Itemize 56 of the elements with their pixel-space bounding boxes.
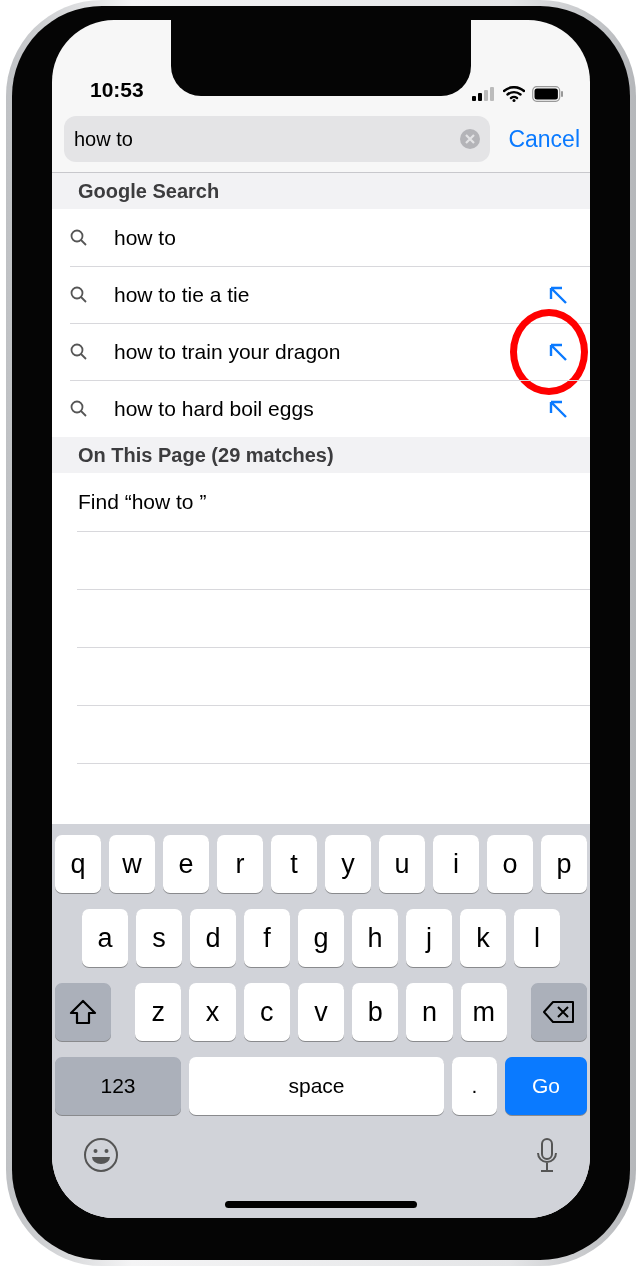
suggestion-text[interactable]: how to train your dragon	[114, 340, 548, 364]
keyboard-key[interactable]: u	[379, 835, 425, 893]
wifi-icon	[503, 86, 525, 102]
period-key[interactable]: .	[452, 1057, 497, 1115]
keyboard-key[interactable]: n	[406, 983, 453, 1041]
section-header: Google Search	[52, 173, 590, 209]
keyboard-key[interactable]: o	[487, 835, 533, 893]
microphone-icon[interactable]	[535, 1136, 559, 1173]
emoji-icon[interactable]	[83, 1136, 119, 1173]
suggestion-text[interactable]: how to hard boil eggs	[114, 397, 548, 421]
numbers-key[interactable]: 123	[55, 1057, 181, 1115]
keyboard-key[interactable]: v	[297, 983, 345, 1041]
keyboard-key[interactable]: i	[433, 835, 479, 893]
search-icon	[70, 286, 88, 304]
keyboard-key[interactable]: e	[163, 835, 209, 893]
keyboard-key[interactable]: l	[514, 909, 560, 967]
keyboard-key[interactable]: s	[136, 909, 182, 967]
keyboard-key[interactable]: x	[189, 983, 236, 1041]
keyboard-key[interactable]: d	[190, 909, 236, 967]
keyboard-key[interactable]: r	[217, 835, 263, 893]
keyboard-key[interactable]: z	[135, 983, 182, 1041]
signal-icon	[472, 87, 496, 101]
battery-icon	[532, 86, 564, 102]
delete-icon	[542, 1000, 575, 1024]
shift-key[interactable]	[55, 983, 111, 1041]
keyboard-key[interactable]: y	[325, 835, 371, 893]
keyboard-key[interactable]: q	[55, 835, 101, 893]
keyboard-key[interactable]: f	[244, 909, 290, 967]
keyboard-key[interactable]: j	[406, 909, 452, 967]
keyboard-key[interactable]: b	[352, 983, 399, 1041]
find-on-page-text[interactable]: Find “how to ”	[78, 490, 207, 514]
keyboard-key[interactable]: g	[298, 909, 344, 967]
status-time: 10:53	[90, 78, 144, 102]
space-key[interactable]: space	[189, 1057, 444, 1115]
arrow-up-left-icon[interactable]	[548, 342, 568, 362]
suggestion-text[interactable]: how to	[114, 225, 568, 250]
keyboard-key[interactable]: t	[271, 835, 317, 893]
search-field[interactable]: how to	[64, 116, 491, 162]
keyboard-key[interactable]: p	[541, 835, 587, 893]
arrow-up-left-icon[interactable]	[548, 285, 568, 305]
cancel-button[interactable]: Cancel	[508, 125, 580, 153]
keyboard-key[interactable]: k	[460, 909, 506, 967]
delete-key[interactable]	[530, 983, 587, 1041]
keyboard-key[interactable]: c	[243, 983, 290, 1041]
keyboard-key[interactable]: a	[82, 909, 128, 967]
search-icon	[70, 228, 88, 247]
section-header: On This Page (29 matches)	[52, 437, 590, 473]
suggestion-text[interactable]: how to tie a tie	[114, 283, 548, 307]
search-icon	[70, 343, 88, 361]
keyboard-key[interactable]: h	[352, 909, 398, 967]
arrow-up-left-icon[interactable]	[548, 399, 568, 419]
search-icon	[70, 400, 88, 418]
up-arrow-icon	[69, 999, 97, 1025]
keyboard-key[interactable]: w	[109, 835, 155, 893]
keyboard-key[interactable]: m	[460, 983, 507, 1041]
go-key[interactable]: Go	[505, 1057, 587, 1115]
